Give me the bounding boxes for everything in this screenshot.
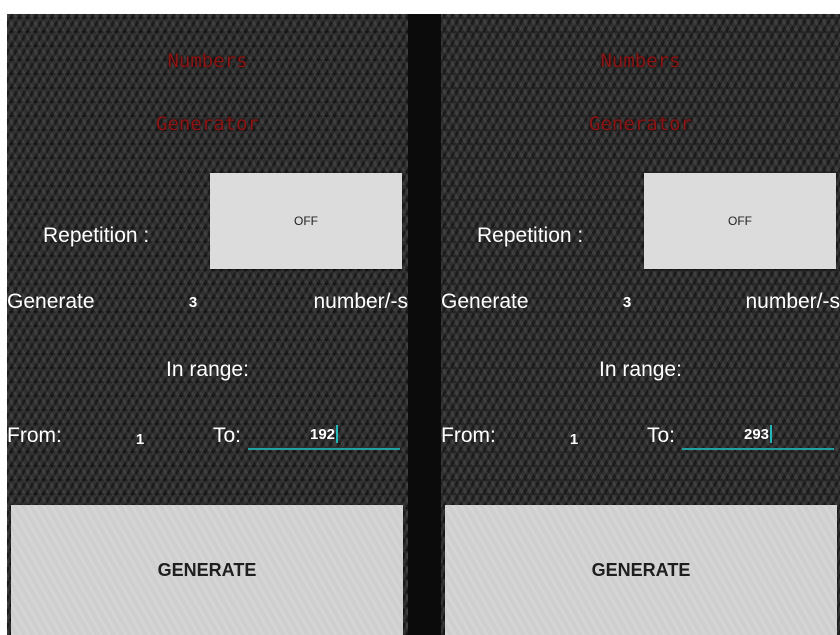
app-screen-left: Numbers Generator Repetition : OFF Gener… [7,14,408,635]
from-input[interactable]: 1 [541,424,607,454]
screenshot-pair: Numbers Generator Repetition : OFF Gener… [0,0,840,635]
count-input[interactable]: 3 [127,286,277,318]
app-title-line1: Numbers [167,50,248,72]
range-label: In range: [599,358,682,381]
from-input[interactable]: 1 [107,424,173,454]
repetition-label: Repetition : [43,224,150,247]
app-title-line2: Generator [589,113,692,135]
from-label: From: [7,424,62,447]
app-title-line1: Numbers [600,50,681,72]
count-input[interactable]: 3 [561,286,711,318]
generate-button[interactable]: GENERATE [445,505,837,635]
generate-button[interactable]: GENERATE [11,505,403,635]
to-label: To: [213,424,242,447]
to-input-value: 192 [309,425,336,443]
app-title-line2: Generator [156,113,259,135]
from-label: From: [441,424,496,447]
range-label: In range: [166,358,249,381]
app-screen-right: Numbers Generator Repetition : OFF Gener… [441,14,840,635]
screen-divider [408,14,441,635]
to-input[interactable]: 192 [248,420,400,450]
repetition-toggle-button[interactable]: OFF [644,173,836,269]
count-input-value: 3 [622,293,632,311]
units-label: number/-s [313,290,408,313]
units-label: number/-s [745,290,840,313]
generate-count-label: Generate [441,290,529,313]
to-input-value: 293 [743,425,770,443]
text-cursor [336,425,339,443]
repetition-toggle-button[interactable]: OFF [210,173,402,269]
generate-count-label: Generate [7,290,95,313]
to-input[interactable]: 293 [682,420,834,450]
to-label: To: [647,424,676,447]
count-input-value: 3 [188,293,198,311]
repetition-label: Repetition : [477,224,584,247]
text-cursor [770,425,773,443]
